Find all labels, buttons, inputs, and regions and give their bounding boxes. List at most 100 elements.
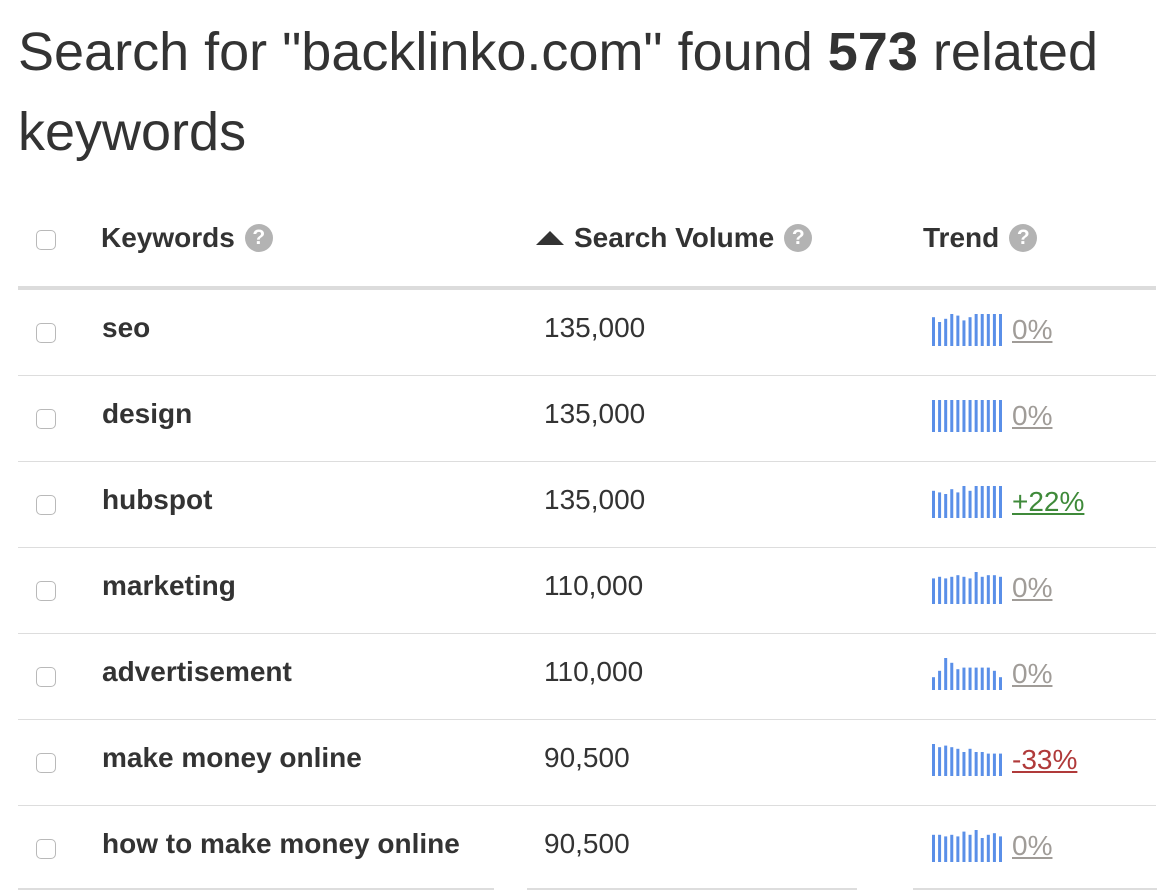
keyword-cell[interactable]: seo — [102, 312, 150, 344]
sparkline-bar — [980, 486, 984, 518]
sparkline-bar — [974, 830, 978, 862]
row-checkbox[interactable] — [36, 753, 56, 773]
trend-percent-link[interactable]: 0% — [1012, 400, 1052, 432]
trend-percent-link[interactable]: -33% — [1012, 744, 1077, 776]
sparkline-bar — [992, 314, 996, 346]
trend-sparkline — [932, 658, 1002, 690]
row-checkbox[interactable] — [36, 409, 56, 429]
sparkline-bar — [968, 834, 972, 862]
sparkline-bar — [968, 490, 972, 518]
trend-percent-link[interactable]: 0% — [1012, 572, 1052, 604]
trend-column-header[interactable]: Trend ? — [923, 220, 1038, 256]
select-all-checkbox[interactable] — [36, 230, 56, 250]
sparkline-bar — [992, 753, 996, 776]
sparkline-bar — [986, 834, 990, 862]
sparkline-bar — [968, 578, 972, 604]
sparkline-bar — [938, 834, 942, 862]
sparkline-bar — [938, 492, 942, 518]
sparkline-bar — [962, 667, 966, 690]
trend-percent-link[interactable]: +22% — [1012, 486, 1084, 518]
trend-percent-link[interactable]: 0% — [1012, 314, 1052, 346]
sparkline-bar — [956, 748, 960, 776]
keyword-cell[interactable]: how to make money online — [102, 828, 460, 860]
table-row: design 135,000 0% — [18, 376, 1156, 462]
sparkline-bar — [950, 662, 954, 690]
keyword-cell[interactable]: hubspot — [102, 484, 212, 516]
sparkline-bar — [974, 314, 978, 346]
sparkline-bar — [950, 400, 954, 432]
row-checkbox[interactable] — [36, 323, 56, 343]
sparkline-bar — [962, 486, 966, 518]
row-checkbox[interactable] — [36, 581, 56, 601]
trend-sparkline — [932, 744, 1002, 776]
trend-sparkline — [932, 400, 1002, 432]
keywords-header-label: Keywords — [101, 222, 235, 253]
search-volume-cell: 110,000 — [544, 570, 644, 601]
table-footer-divider — [0, 888, 1157, 892]
sparkline-bar — [956, 575, 960, 604]
keywords-column-header[interactable]: Keywords ? — [101, 220, 273, 256]
sparkline-bar — [974, 400, 978, 432]
trend-sparkline — [932, 486, 1002, 518]
sparkline-bar — [986, 314, 990, 346]
sparkline-bar — [968, 400, 972, 432]
sparkline-bar — [932, 744, 935, 776]
trend-header-label: Trend — [923, 222, 1000, 253]
sparkline-bar — [956, 669, 960, 690]
sparkline-bar — [944, 318, 948, 346]
trend-sparkline — [932, 830, 1002, 862]
trend-percent-link[interactable]: 0% — [1012, 658, 1052, 690]
sparkline-bar — [974, 486, 978, 518]
keyword-cell[interactable]: advertisement — [102, 656, 292, 688]
row-checkbox[interactable] — [36, 839, 56, 859]
sparkline-bar — [992, 400, 996, 432]
sparkline-bar — [968, 667, 972, 690]
keyword-cell[interactable]: marketing — [102, 570, 236, 602]
sparkline-bar — [974, 572, 978, 604]
sparkline-bar — [938, 747, 942, 776]
sparkline-bar — [932, 834, 935, 862]
help-icon[interactable]: ? — [244, 224, 273, 252]
search-volume-cell: 90,500 — [544, 742, 630, 773]
sparkline-bar — [968, 317, 972, 346]
sparkline-bar — [944, 578, 948, 604]
headline-prefix: Search for "backlinko.com" found — [18, 22, 828, 82]
sparkline-bar — [974, 752, 978, 776]
sparkline-bar — [950, 576, 954, 604]
sparkline-bar — [992, 575, 996, 604]
sparkline-bar — [980, 314, 984, 346]
sparkline-bar — [956, 315, 960, 346]
table-row: marketing 110,000 0% — [18, 548, 1156, 634]
table-header: Keywords ? Search Volume ? Trend ? — [18, 200, 1156, 286]
search-volume-column-header[interactable]: Search Volume ? — [536, 220, 813, 256]
sparkline-bar — [944, 400, 948, 432]
sparkline-bar — [944, 745, 948, 776]
sparkline-bar — [950, 489, 954, 518]
sparkline-bar — [962, 320, 966, 346]
sparkline-bar — [986, 667, 990, 690]
sparkline-bar — [992, 486, 996, 518]
sparkline-bar — [932, 578, 935, 604]
sparkline-bar — [938, 400, 942, 432]
sparkline-bar — [992, 833, 996, 862]
sparkline-bar — [980, 752, 984, 776]
sparkline-bar — [956, 400, 960, 432]
table-row: seo 135,000 0% — [18, 290, 1156, 376]
sparkline-bar — [932, 677, 935, 690]
sparkline-bar — [950, 314, 954, 346]
sparkline-bar — [986, 400, 990, 432]
help-icon[interactable]: ? — [1009, 224, 1038, 252]
sparkline-bar — [980, 667, 984, 690]
help-icon[interactable]: ? — [784, 224, 813, 252]
sparkline-bar — [950, 747, 954, 776]
keyword-cell[interactable]: make money online — [102, 742, 362, 774]
row-checkbox[interactable] — [36, 667, 56, 687]
search-volume-cell: 110,000 — [544, 656, 644, 687]
sparkline-bar — [944, 494, 948, 518]
sparkline-bar — [932, 400, 935, 432]
trend-percent-link[interactable]: 0% — [1012, 830, 1052, 862]
table-row: how to make money online 90,500 0% — [18, 806, 1156, 892]
sparkline-bar — [932, 317, 935, 346]
row-checkbox[interactable] — [36, 495, 56, 515]
keyword-cell[interactable]: design — [102, 398, 192, 430]
